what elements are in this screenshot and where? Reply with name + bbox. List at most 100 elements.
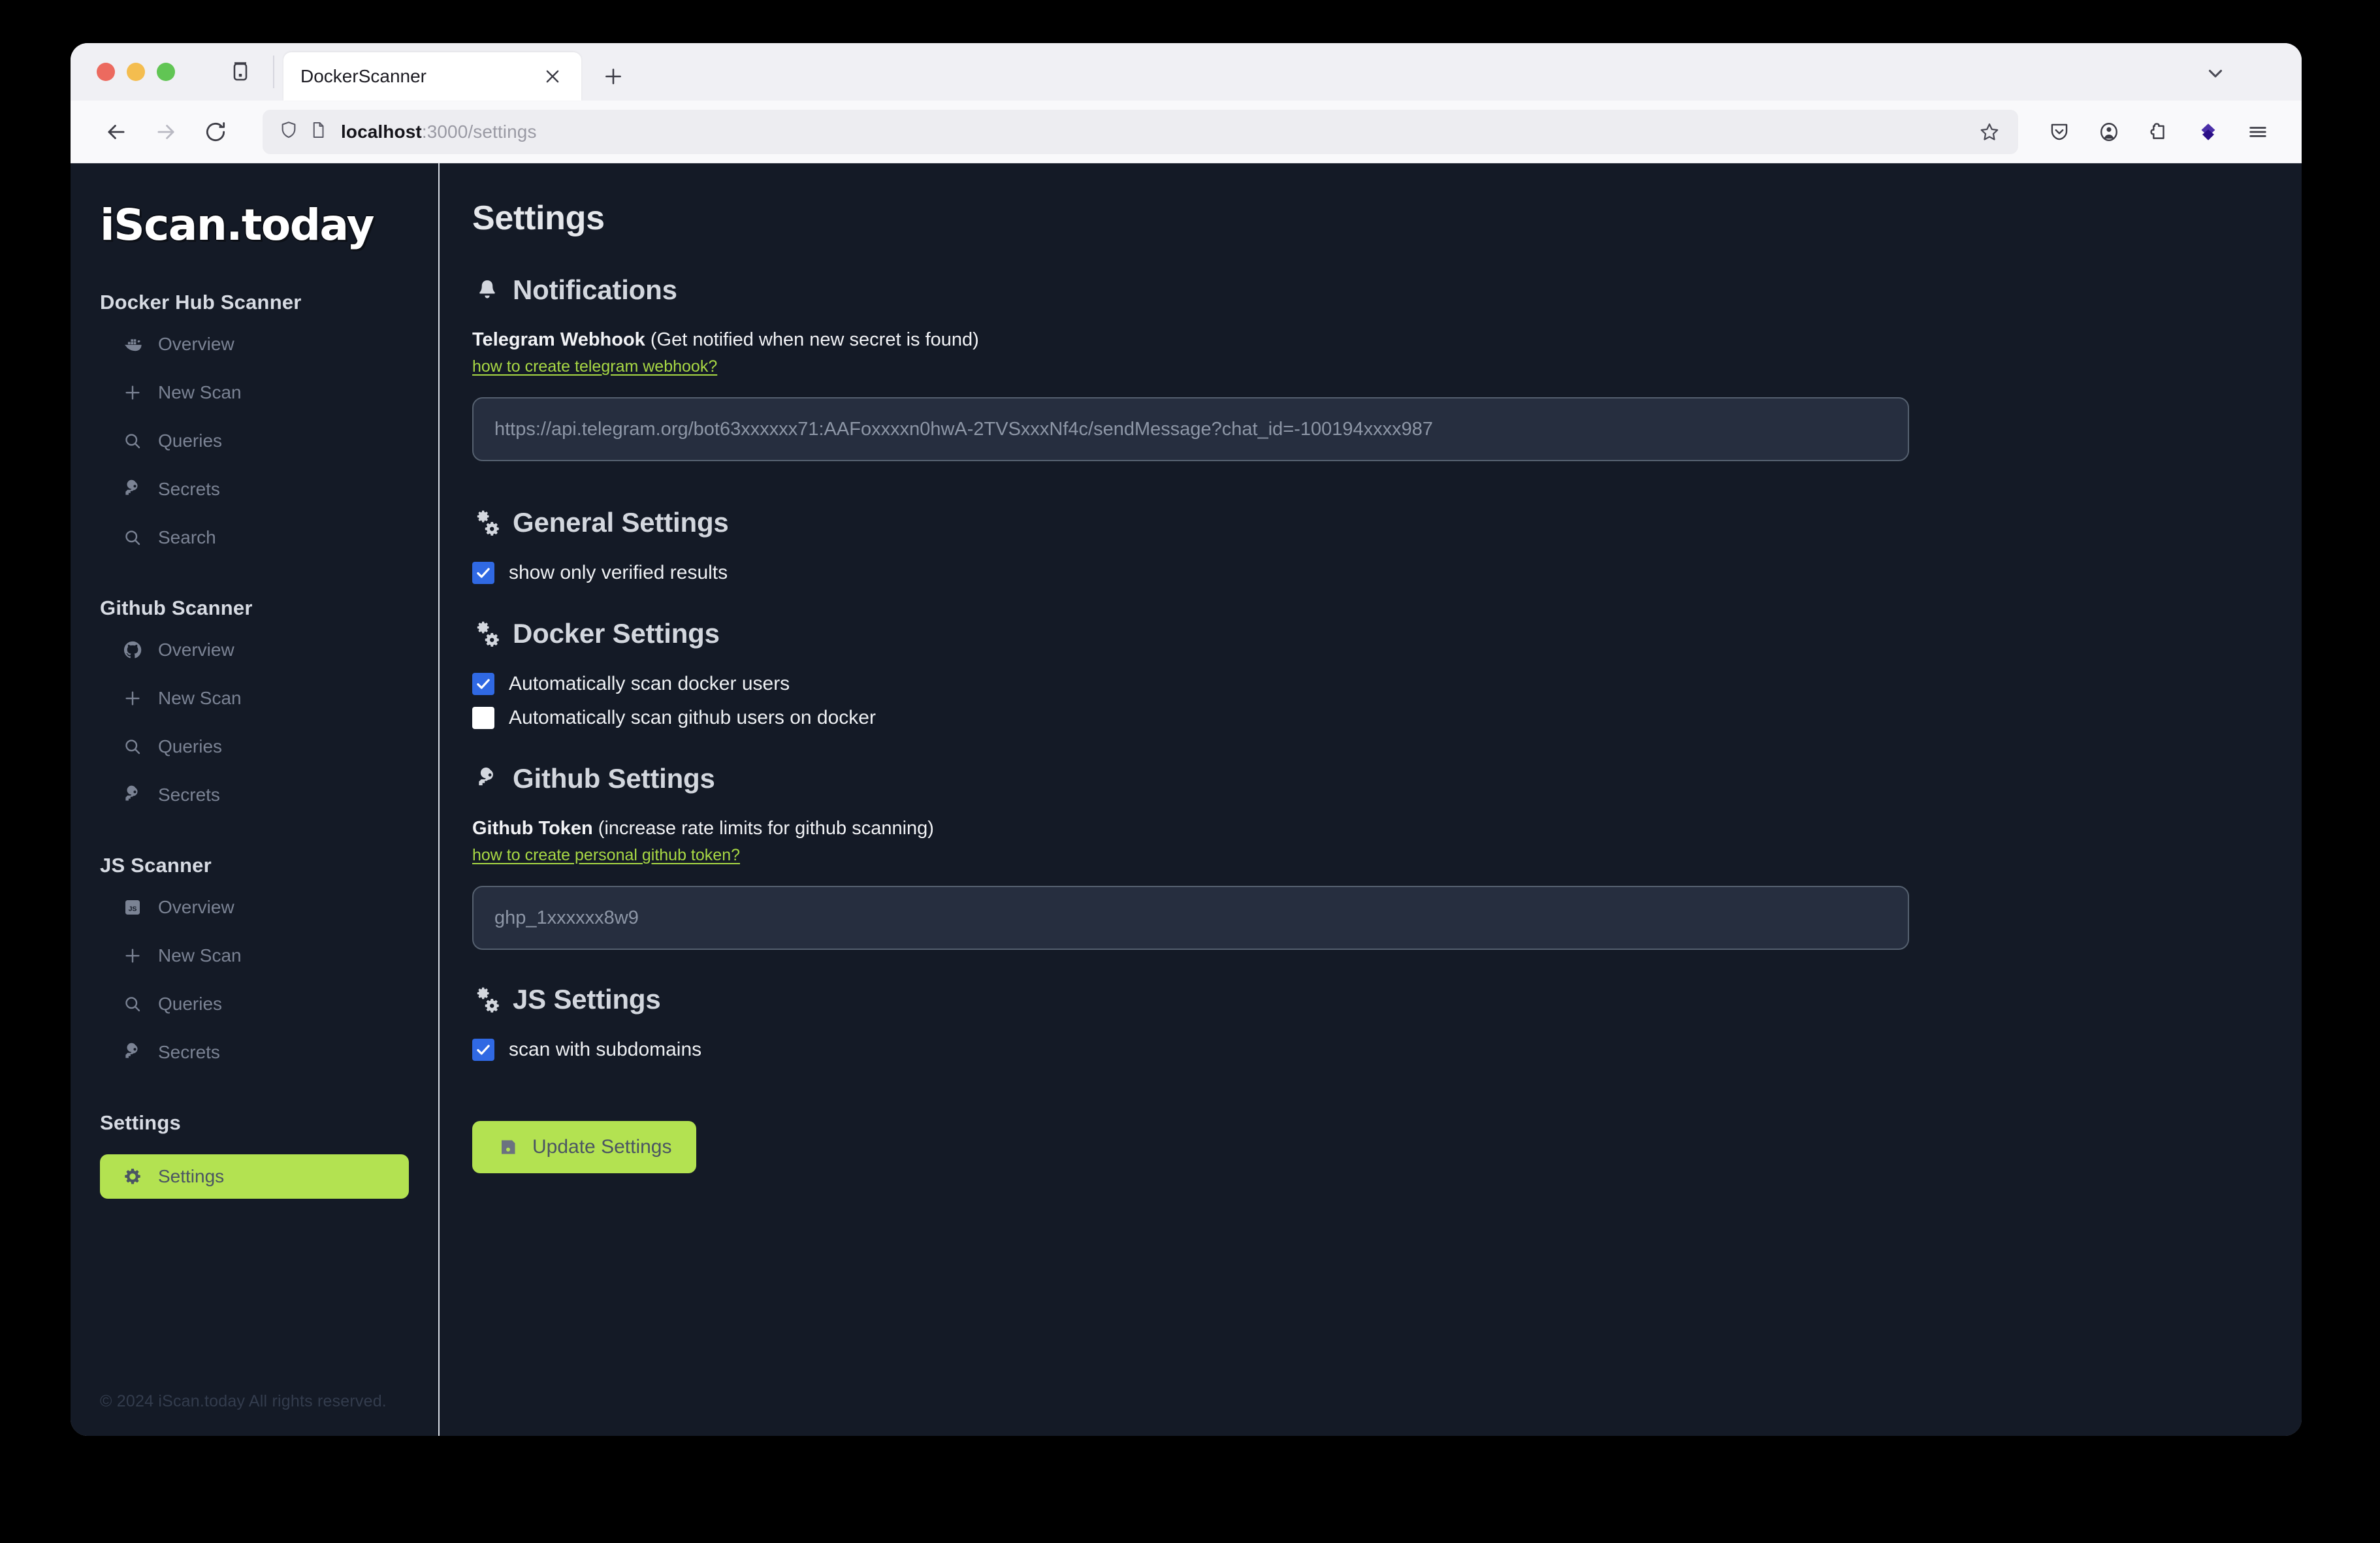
maximize-window-button[interactable] — [157, 63, 175, 81]
search-icon — [121, 430, 144, 452]
sidebar-item-js-secrets[interactable]: Secrets — [97, 1034, 412, 1071]
checkbox-row-show-only-verified-results[interactable]: show only verified results — [472, 562, 2255, 584]
checkbox-checked-icon[interactable] — [472, 1039, 494, 1061]
section-heading-general-settings: General Settings — [472, 507, 2255, 538]
browser-toolbar-icons — [2038, 110, 2279, 154]
telegram-webhook-label-hint: (Get notified when new secret is found) — [645, 329, 979, 350]
browser-navbar: localhost:3000/settings — [71, 101, 2302, 163]
page-icon[interactable] — [308, 120, 328, 143]
sidebar-item-github-secrets[interactable]: Secrets — [97, 777, 412, 813]
hamburger-menu-icon[interactable] — [2236, 110, 2279, 154]
sidebar-group-title-github-scanner: Github Scanner — [100, 596, 253, 619]
minimize-window-button[interactable] — [127, 63, 145, 81]
update-settings-button[interactable]: Update Settings — [472, 1121, 697, 1173]
sidebar-group-title-js-scanner: JS Scanner — [100, 854, 212, 877]
gear-icon — [121, 1165, 144, 1188]
section-heading-github-settings: Github Settings — [472, 763, 2255, 794]
section-heading-label: Docker Settings — [513, 618, 720, 649]
diamond-extension-icon[interactable] — [2187, 110, 2230, 154]
sidebar-item-label: New Scan — [158, 945, 242, 966]
browser-tab[interactable]: DockerScanner — [283, 52, 581, 101]
github-token-help-link[interactable]: how to create personal github token? — [472, 846, 740, 865]
bell-icon — [472, 275, 502, 305]
sidebar-item-github-new-scan[interactable]: New Scan — [97, 680, 412, 717]
sidebar-item-label: New Scan — [158, 688, 242, 708]
window-traffic-lights — [88, 43, 185, 101]
docker-whale-icon — [121, 333, 144, 355]
chevron-down-icon[interactable] — [2198, 56, 2232, 90]
telegram-webhook-label: Telegram Webhook (Get notified when new … — [472, 329, 2255, 351]
sidebar-item-settings[interactable]: Settings — [100, 1154, 409, 1199]
sidebar-item-js-queries[interactable]: Queries — [97, 986, 412, 1022]
sidebar-group-title-docker-hub-scanner: Docker Hub Scanner — [100, 291, 302, 314]
reload-icon[interactable] — [191, 107, 240, 157]
key-icon — [121, 478, 144, 500]
url-bar[interactable]: localhost:3000/settings — [263, 109, 2018, 154]
browser-window: DockerScanner localhost:3000/settings iS… — [71, 43, 2302, 1436]
pocket-icon[interactable] — [2038, 110, 2081, 154]
sidebar-item-label: Overview — [158, 897, 234, 917]
url-host: localhost — [341, 121, 422, 142]
key-icon — [121, 784, 144, 806]
search-icon — [121, 993, 144, 1015]
section-heading-label: Notifications — [513, 274, 677, 305]
account-icon[interactable] — [2087, 110, 2131, 154]
github-token-label-hint: (increase rate limits for github scannin… — [592, 818, 934, 839]
tab-divider — [273, 56, 274, 88]
key-icon — [472, 764, 502, 794]
new-tab-button[interactable] — [593, 56, 634, 97]
star-icon[interactable] — [1970, 112, 2009, 152]
gears-icon — [472, 619, 502, 649]
sidebar-item-label: Overview — [158, 640, 234, 660]
checkbox-label: scan with subdomains — [509, 1039, 702, 1060]
search-icon — [121, 736, 144, 758]
search-icon — [121, 527, 144, 549]
github-token-input[interactable] — [472, 886, 1909, 950]
section-heading-label: JS Settings — [513, 984, 661, 1015]
checkbox-unchecked-icon[interactable] — [472, 707, 494, 729]
plus-icon — [121, 382, 144, 404]
github-token-label: Github Token (increase rate limits for g… — [472, 818, 2255, 839]
page-title: Settings — [472, 199, 605, 237]
update-settings-button-label: Update Settings — [532, 1136, 672, 1158]
close-window-button[interactable] — [97, 63, 115, 81]
sidebar-item-docker-search[interactable]: Search — [97, 519, 412, 556]
sidebar-item-docker-queries[interactable]: Queries — [97, 423, 412, 459]
sidebar-item-js-new-scan[interactable]: New Scan — [97, 937, 412, 974]
telegram-webhook-help-link[interactable]: how to create telegram webhook? — [472, 357, 717, 376]
checkbox-row-auto-scan-github-users-on-docker[interactable]: Automatically scan github users on docke… — [472, 707, 2255, 729]
sidebar-item-docker-new-scan[interactable]: New Scan — [97, 374, 412, 411]
sidebar-item-github-queries[interactable]: Queries — [97, 728, 412, 765]
gears-icon — [472, 508, 502, 538]
sidebar-item-github-overview[interactable]: Overview — [97, 632, 412, 668]
plus-icon — [121, 945, 144, 967]
url-bar-icons — [278, 120, 328, 144]
telegram-webhook-input[interactable] — [472, 397, 1909, 461]
close-icon[interactable] — [538, 62, 567, 91]
shield-icon[interactable] — [278, 120, 299, 144]
forward-arrow-icon — [141, 107, 191, 157]
tab-list-icon[interactable] — [219, 43, 261, 101]
section-docker-settings: Docker Settings Automatically scan docke… — [472, 618, 2255, 729]
sidebar-item-label: Secrets — [158, 1042, 220, 1062]
save-floppy-icon — [497, 1136, 519, 1158]
sidebar-item-label: Queries — [158, 430, 223, 451]
app-viewport: iScan.today Docker Hub Scanner Overview — [71, 163, 2302, 1436]
sidebar-item-docker-overview[interactable]: Overview — [97, 326, 412, 363]
section-heading-js-settings: JS Settings — [472, 984, 2255, 1015]
telegram-webhook-label-bold: Telegram Webhook — [472, 329, 645, 350]
sidebar-item-js-overview[interactable]: JS Overview — [97, 889, 412, 926]
section-heading-label: Github Settings — [513, 763, 715, 794]
section-js-settings: JS Settings scan with subdomains — [472, 984, 2255, 1061]
back-arrow-icon[interactable] — [91, 107, 141, 157]
checkbox-row-auto-scan-docker-users[interactable]: Automatically scan docker users — [472, 673, 2255, 695]
checkbox-checked-icon[interactable] — [472, 562, 494, 584]
checkbox-row-scan-with-subdomains[interactable]: scan with subdomains — [472, 1039, 2255, 1061]
github-token-label-bold: Github Token — [472, 818, 593, 839]
sidebar-item-docker-secrets[interactable]: Secrets — [97, 471, 412, 508]
checkbox-checked-icon[interactable] — [472, 673, 494, 695]
extension-icon[interactable] — [2137, 110, 2180, 154]
section-github-settings: Github Settings Github Token (increase r… — [472, 763, 2255, 950]
github-icon — [121, 639, 144, 661]
sidebar-item-label: New Scan — [158, 382, 242, 402]
